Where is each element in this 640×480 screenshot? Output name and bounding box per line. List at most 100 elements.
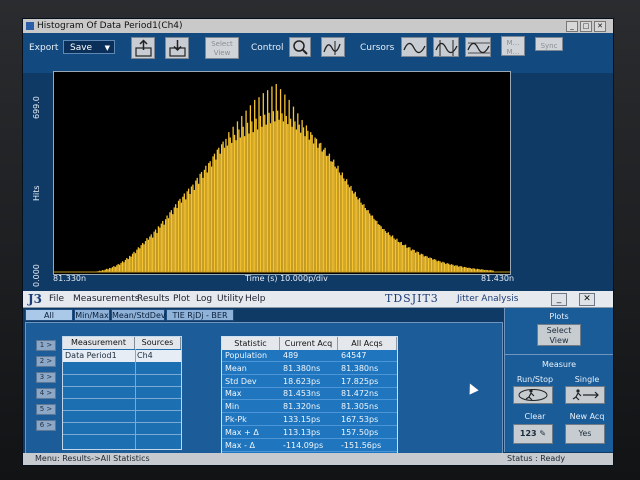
histogram-bar xyxy=(360,202,362,272)
histogram-bar xyxy=(427,258,430,272)
measurement-cell[interactable]: Data Period1 xyxy=(63,350,135,362)
histogram-bar xyxy=(254,99,256,273)
statistic-name-cell: Max xyxy=(222,388,280,401)
cursor-off-button[interactable] xyxy=(401,37,427,57)
sync-button[interactable]: Sync xyxy=(535,37,563,51)
all-acqs-cell: 17.825ps xyxy=(338,376,397,388)
import-plot-button[interactable] xyxy=(165,37,189,59)
histogram-bar xyxy=(376,220,378,272)
histogram-bar xyxy=(251,121,253,272)
histogram-bar xyxy=(315,138,318,272)
tab-tie-rjdj-ber[interactable]: TIE RjDj - BER xyxy=(166,309,234,321)
menu-log[interactable]: Log xyxy=(196,294,212,304)
clear-button[interactable]: 123 ✎ xyxy=(513,424,553,444)
status-text: Status : Ready xyxy=(507,454,566,463)
export-arrow-up-icon xyxy=(135,39,152,57)
zoom-button[interactable] xyxy=(289,37,311,57)
histogram-bar xyxy=(113,266,115,272)
run-stop-button[interactable] xyxy=(513,386,553,404)
plots-select-view-label: Select View xyxy=(546,326,572,345)
histogram-bar xyxy=(357,199,359,272)
histogram-bar xyxy=(425,255,427,272)
statistic-name-cell: Population xyxy=(222,350,280,362)
cursor-vertical-button[interactable] xyxy=(433,37,459,57)
row-select-button-6[interactable]: 6 > xyxy=(36,420,56,431)
select-view-button[interactable]: Select View xyxy=(205,37,239,59)
histogram-bar xyxy=(432,259,434,272)
all-acqs-cell: 167.53ps xyxy=(338,414,397,426)
row-select-button-5[interactable]: 5 > xyxy=(36,404,56,415)
histogram-bar xyxy=(202,177,204,272)
histogram-bar xyxy=(167,218,170,272)
histogram-bar xyxy=(348,187,351,272)
y-axis: 699.0 Hits 0.000 xyxy=(32,77,44,287)
histogram-bar xyxy=(259,116,262,272)
histogram-bar xyxy=(399,242,401,272)
menu-measurements[interactable]: Measurements xyxy=(73,294,139,304)
tab-min-max[interactable]: Min/Max xyxy=(74,309,110,321)
menu-help[interactable]: Help xyxy=(245,294,266,304)
histogram-bar xyxy=(381,228,384,272)
row-select-button-3[interactable]: 3 > xyxy=(36,372,56,383)
maximize-button[interactable]: □ xyxy=(580,21,592,32)
waveform-control-button[interactable] xyxy=(321,37,345,57)
histogram-bar xyxy=(271,86,273,272)
minimize-button[interactable]: _ xyxy=(566,21,578,32)
current-acq-cell: 81.380ns xyxy=(280,363,338,375)
histogram-bar xyxy=(366,210,368,272)
j3-minimize-button[interactable]: _ xyxy=(551,293,567,306)
histogram-plot-area[interactable] xyxy=(53,71,511,275)
export-plot-button[interactable] xyxy=(131,37,155,59)
menu-plot[interactable]: Plot xyxy=(173,294,190,304)
row-select-button-1[interactable]: 1 > xyxy=(36,340,56,351)
grid-divider xyxy=(63,374,181,375)
row-select-button-2[interactable]: 2 > xyxy=(36,356,56,367)
histogram-bar xyxy=(118,264,121,272)
histogram-bar xyxy=(121,261,124,272)
histogram-bar xyxy=(340,175,342,272)
histogram-bar xyxy=(448,263,450,272)
histogram-bar xyxy=(215,159,217,272)
tab-all-statistics[interactable]: All Statistics xyxy=(25,309,73,332)
histogram-bar xyxy=(403,245,405,272)
histogram-bar xyxy=(407,247,410,272)
single-button[interactable] xyxy=(565,386,605,404)
histogram-bar xyxy=(404,244,407,272)
histogram-bar xyxy=(351,190,354,272)
histogram-bar xyxy=(182,196,184,272)
histogram-bar xyxy=(437,260,440,272)
histogram-bar xyxy=(258,97,260,273)
plot-window-titlebar: Histogram Of Data Period1(Ch4) _ □ ✕ xyxy=(23,19,613,33)
measure-cursor-button[interactable]: M… M… xyxy=(501,36,525,56)
menu-file[interactable]: File xyxy=(49,294,64,304)
histogram-bar xyxy=(419,254,421,272)
y-min-label: 0.000 xyxy=(32,264,41,287)
cursor-horizontal-button[interactable] xyxy=(465,37,491,57)
histogram-bar xyxy=(473,268,476,272)
row-select-button-4[interactable]: 4 > xyxy=(36,388,56,399)
source-cell[interactable]: Ch4 xyxy=(135,350,181,362)
close-button[interactable]: ✕ xyxy=(594,21,606,32)
menu-results[interactable]: Results xyxy=(137,294,170,304)
eraser-icon: ✎ xyxy=(539,429,547,438)
plots-select-view-button[interactable]: Select View xyxy=(537,324,581,346)
histogram-bar xyxy=(377,224,379,272)
j3-close-button[interactable]: ✕ xyxy=(579,293,595,306)
histogram-bar xyxy=(337,165,339,272)
export-save-dropdown[interactable]: Save ▼ xyxy=(63,40,115,54)
tab-mean-stddev[interactable]: Mean/StdDev xyxy=(111,309,166,321)
current-acq-cell: 18.623ps xyxy=(280,376,338,388)
menu-utility[interactable]: Utility xyxy=(217,294,243,304)
histogram-bar xyxy=(341,172,343,272)
histogram-bar xyxy=(282,121,285,272)
sync-label: Sync xyxy=(540,42,558,50)
histogram-bar xyxy=(241,116,243,272)
histogram-bar xyxy=(358,198,361,272)
histogram-bar xyxy=(284,94,286,273)
histogram-bar xyxy=(268,112,270,272)
histogram-bar xyxy=(179,198,181,272)
histogram-bar xyxy=(154,229,157,272)
statistic-name-cell: Max + Δ xyxy=(222,427,280,439)
histogram-bar xyxy=(193,189,195,272)
new-acq-yes-button[interactable]: Yes xyxy=(565,424,605,444)
